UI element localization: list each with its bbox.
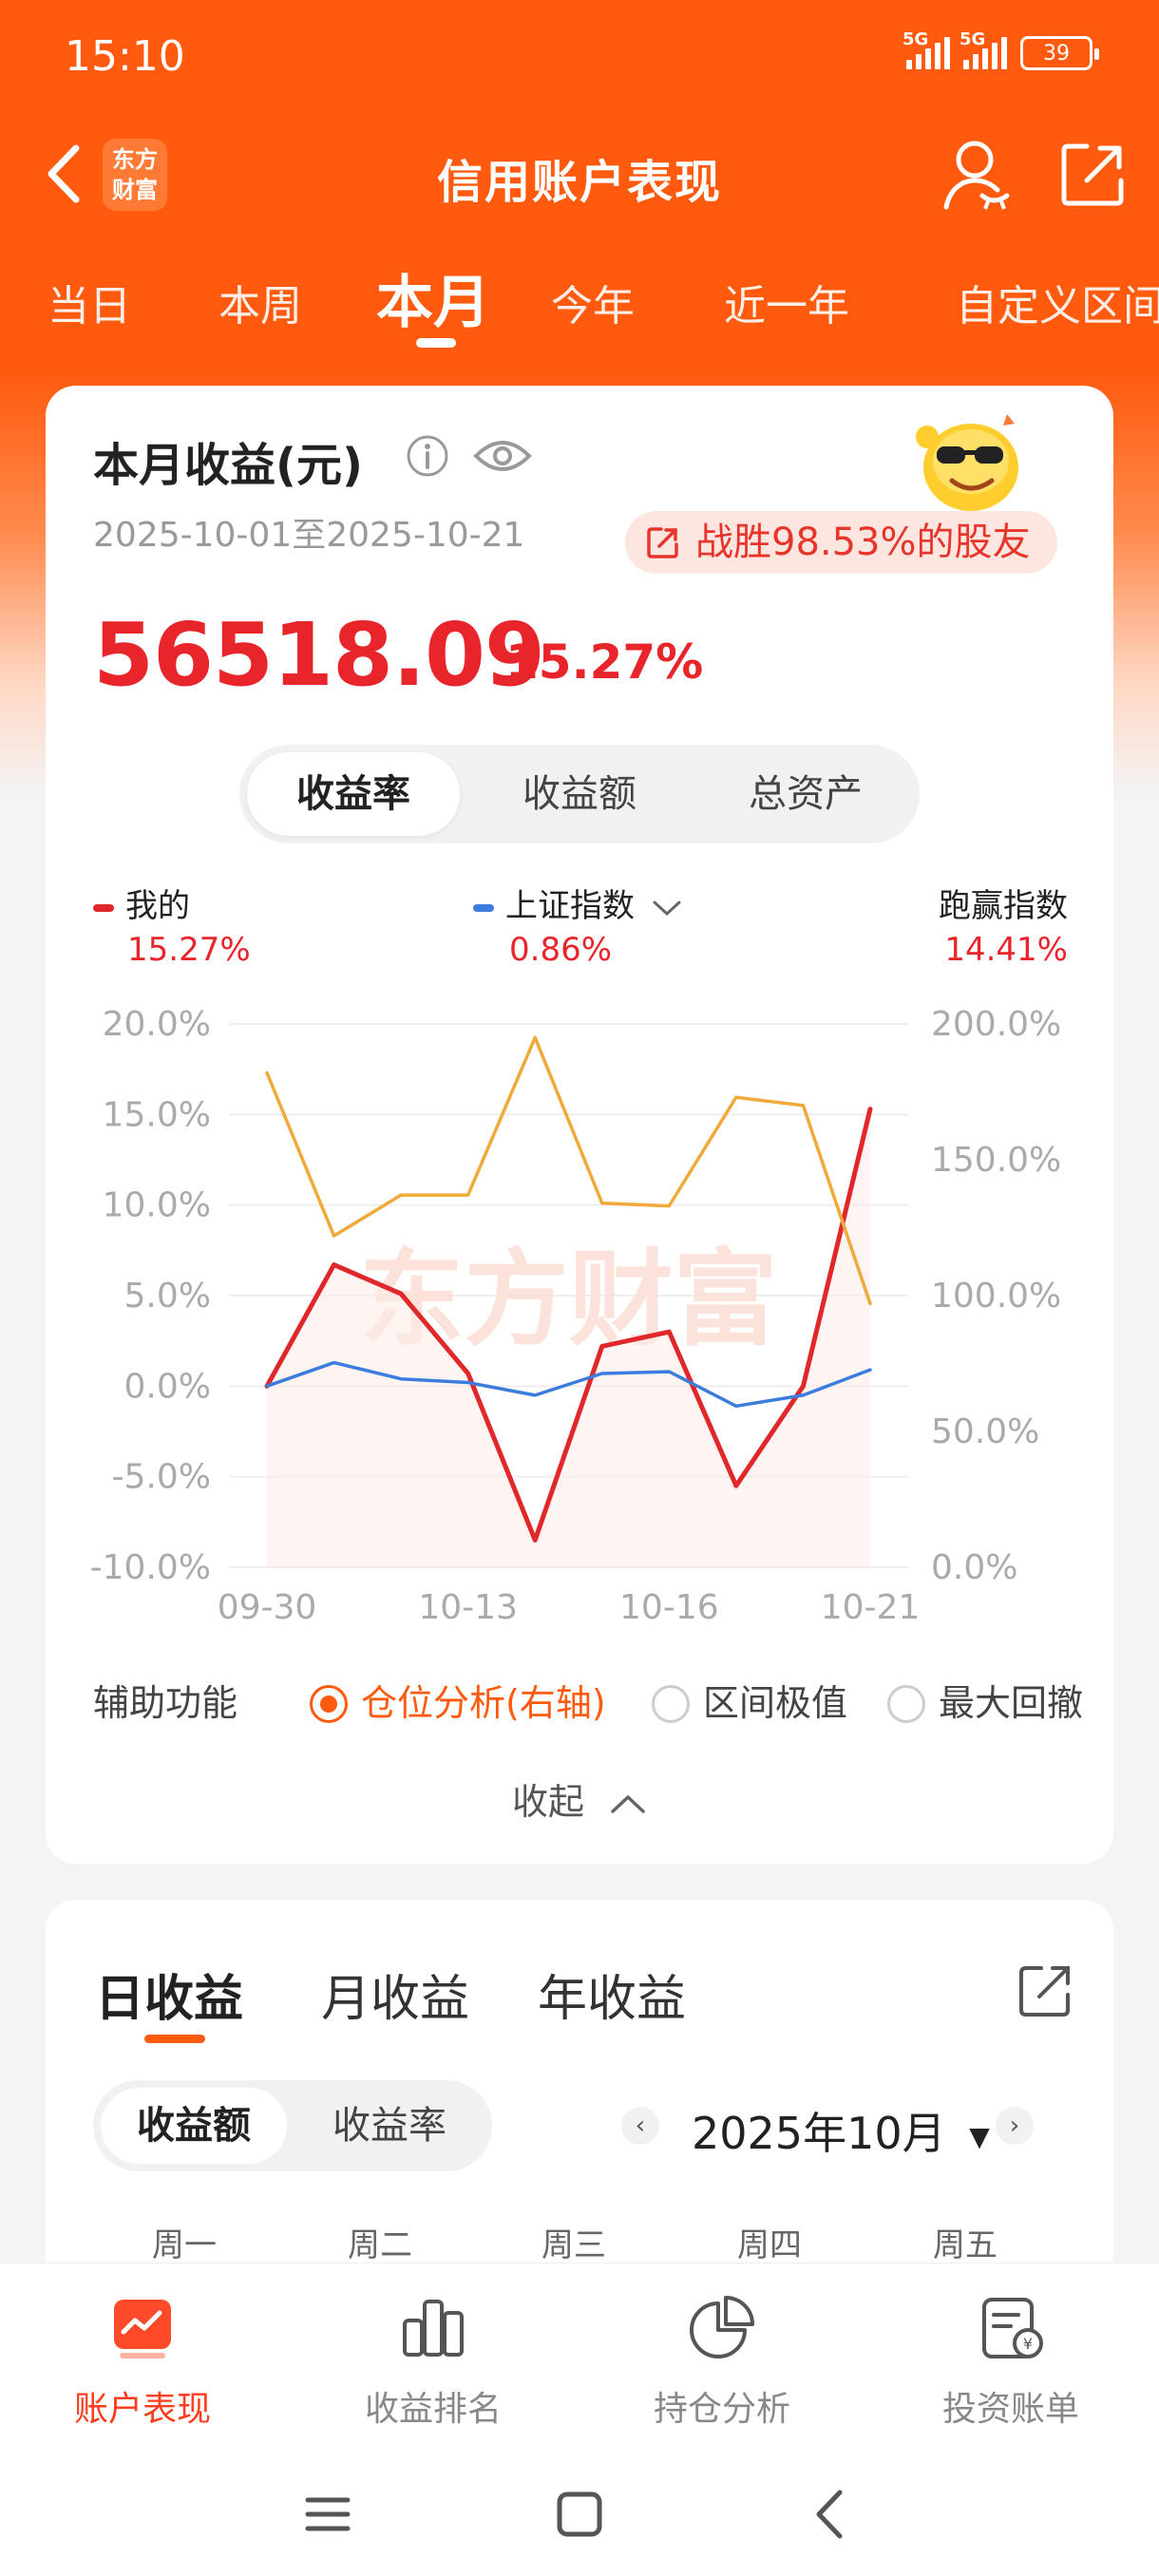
option-label: 仓位分析(右轴) [361,1682,606,1724]
x-tick: 09-30 [218,1588,317,1627]
svg-text:¥: ¥ [1023,2335,1033,2353]
y-tick-left: -10.0% [90,1548,211,1587]
status-icons: 5G 5G 39 [902,29,1099,70]
tab-month[interactable]: 本月 [376,256,490,339]
return-chart[interactable]: 20.0% 15.0% 10.0% 5.0% 0.0% -5.0% -10.0% 200.0%… [46,386,1113,1639]
y-tick-right: 50.0% [931,1412,1039,1451]
battery-icon: 39 [1020,36,1099,70]
tab-monthly-income[interactable]: 月收益 [321,1959,469,2030]
bill-icon: ¥ [982,2298,1043,2358]
menu-icon[interactable] [294,2481,361,2548]
nav-label: 账户表现 [73,2390,211,2429]
ranking-bars-icon [403,2300,464,2357]
network-label: 5G [960,29,986,49]
bottom-navigation: 账户表现 收益排名 持仓分析 ¥ 投资账单 [0,2263,1159,2453]
weekday-label: 周四 [737,2226,802,2264]
period-tabs: 当日 本周 本月 今年 近一年 自定义区间 [0,249,1159,353]
nav-account-performance[interactable]: 账户表现 [28,2292,256,2431]
y-tick-left: 0.0% [124,1367,211,1406]
share-icon[interactable] [1016,1962,1074,2019]
app-header: 东方 财富 信用账户表现 [0,123,1159,228]
x-tick: 10-13 [418,1588,518,1627]
option-position-analysis[interactable]: 仓位分析(右轴) [310,1674,606,1726]
home-icon[interactable] [546,2481,613,2548]
status-bar: 15:10 5G 5G 39 [0,0,1159,114]
y-tick-right: 150.0% [931,1141,1061,1180]
month-picker[interactable]: 2025年10月 ▼ [692,2099,990,2162]
tab-today[interactable]: 当日 [48,272,131,332]
next-month-icon[interactable]: › [996,2107,1034,2145]
nav-label: 投资账单 [941,2390,1079,2429]
option-label: 最大回撤 [939,1682,1084,1724]
tab-daily-income[interactable]: 日收益 [95,1959,243,2030]
nav-position-analysis[interactable]: 持仓分析 [608,2292,836,2431]
prev-month-icon[interactable]: ‹ [621,2107,659,2145]
signal-icon: 5G [902,29,950,69]
tab-year[interactable]: 今年 [551,272,635,332]
tab-yearly-income[interactable]: 年收益 [538,1959,686,2030]
x-tick: 10-16 [619,1588,719,1627]
active-subtab-indicator [144,2035,205,2043]
nav-return-ranking[interactable]: 收益排名 [319,2292,547,2431]
weekday-label: 周五 [933,2226,998,2264]
network-label: 5G [902,29,929,49]
nav-investment-bill[interactable]: ¥ 投资账单 [897,2292,1125,2431]
option-range-extremes[interactable]: 区间极值 [652,1674,847,1726]
aux-functions-row: 辅助功能 仓位分析(右轴) 区间极值 最大回撤 [93,1668,1083,1726]
user-privacy-icon[interactable] [940,137,1011,213]
chevron-up-icon [611,1794,645,1813]
caret-down-icon: ▼ [969,2121,990,2152]
tab-last-year[interactable]: 近一年 [724,272,849,332]
pie-chart-icon [690,2296,754,2358]
system-back-icon[interactable] [798,2481,864,2548]
status-time: 15:10 [65,32,185,81]
weekday-label: 周二 [348,2226,412,2264]
y-tick-left: 15.0% [103,1095,211,1134]
nav-label: 持仓分析 [653,2390,790,2429]
y-tick-right: 0.0% [931,1548,1017,1587]
month-label: 2025年10月 [692,2108,946,2159]
toggle-amount[interactable]: 收益额 [101,2088,287,2164]
account-chart-icon [114,2300,171,2358]
y-tick-right: 100.0% [931,1277,1061,1316]
radio-checked-icon [310,1685,348,1723]
y-tick-left: 10.0% [103,1186,211,1225]
radio-unchecked-icon [887,1685,925,1723]
active-tab-indicator [416,338,456,348]
weekday-label: 周三 [542,2226,606,2264]
weekday-label: 周一 [152,2226,217,2264]
y-tick-left: -5.0% [112,1458,211,1497]
monthly-return-card: 本月收益(元) 2025-10-01至2025-10-21 战胜98.53%的股… [46,386,1113,1864]
tab-week[interactable]: 本周 [218,272,302,332]
collapse-label: 收起 [511,1781,584,1823]
tab-custom-range[interactable]: 自定义区间 [956,272,1159,332]
y-tick-right: 200.0% [931,1005,1061,1044]
income-calendar-card: 日收益 月收益 年收益 收益额 收益率 ‹ 2025年10月 ▼ › 周一 周二… [46,1900,1113,2299]
battery-level: 39 [1043,41,1070,66]
aux-label: 辅助功能 [93,1682,238,1724]
y-tick-left: 20.0% [103,1005,211,1044]
radio-unchecked-icon [652,1685,690,1723]
signal-icon: 5G [960,29,1007,69]
y-tick-left: 5.0% [124,1277,211,1316]
share-icon[interactable] [1058,141,1127,209]
system-navigation-bar [0,2453,1159,2576]
option-label: 区间极值 [703,1682,848,1724]
toggle-rate[interactable]: 收益率 [296,2088,483,2164]
option-max-drawdown[interactable]: 最大回撤 [887,1674,1083,1726]
nav-label: 收益排名 [364,2390,502,2429]
income-unit-toggle: 收益额 收益率 [93,2080,492,2171]
x-tick: 10-21 [821,1588,921,1627]
collapse-button[interactable]: 收起 [46,1772,1113,1825]
